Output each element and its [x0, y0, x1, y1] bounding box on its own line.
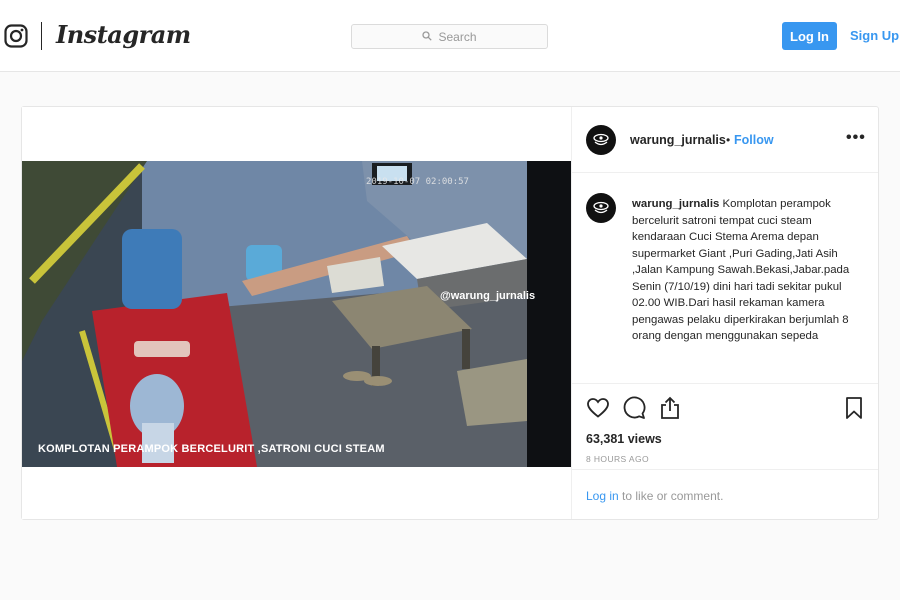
log-in-link[interactable]: Log in: [586, 489, 619, 503]
instagram-camera-icon[interactable]: [4, 24, 28, 48]
post-media-area: 2019-10-07 02:00:57 @warung_jurnalis KOM…: [22, 107, 572, 519]
bookmark-icon[interactable]: [842, 396, 866, 420]
video-frame-illustration: [22, 161, 571, 467]
login-prompt-text: Log in to like or comment.: [586, 489, 723, 503]
login-prompt-rest: to like or comment.: [618, 489, 724, 503]
avatar[interactable]: [586, 125, 616, 155]
video-watermark: @warung_jurnalis: [440, 290, 536, 302]
sign-up-link[interactable]: Sign Up: [850, 28, 899, 43]
heart-icon[interactable]: [586, 396, 610, 420]
comment-bubble-icon[interactable]: [622, 396, 646, 420]
share-icon[interactable]: [658, 396, 682, 420]
post-timestamp[interactable]: 8 HOURS AGO: [586, 454, 649, 464]
comment-avatar[interactable]: [586, 193, 616, 223]
log-in-button[interactable]: Log In: [782, 22, 837, 50]
video-caption-overlay: KOMPLOTAN PERAMPOK BERCELURIT ,SATRONI C…: [38, 443, 385, 455]
post-card: 2019-10-07 02:00:57 @warung_jurnalis KOM…: [21, 106, 879, 520]
follow-button[interactable]: Follow: [734, 133, 774, 147]
post-username[interactable]: warung_jurnalis: [630, 133, 726, 147]
view-count[interactable]: 63,381 views: [586, 432, 662, 446]
follow-separator: •: [726, 133, 731, 147]
search-icon: [422, 30, 433, 44]
instagram-wordmark[interactable]: Instagram: [56, 20, 191, 49]
login-prompt: Log in to like or comment.: [572, 469, 878, 519]
top-navigation-bar: Instagram Search Log In Sign Up: [0, 0, 900, 72]
post-actions: 63,381 views 8 HOURS AGO: [572, 383, 878, 473]
comment-text: Komplotan perampok bercelurit satroni te…: [632, 198, 850, 342]
post-video[interactable]: 2019-10-07 02:00:57 @warung_jurnalis KOM…: [22, 161, 571, 467]
search-input[interactable]: Search: [351, 24, 548, 49]
search-placeholder: Search: [438, 29, 477, 44]
post-header: warung_jurnalis • Follow •••: [572, 107, 878, 173]
more-options-icon[interactable]: •••: [846, 129, 866, 147]
video-timestamp-overlay: 2019-10-07 02:00:57: [366, 177, 469, 187]
caption-comment: warung_jurnalis Komplotan perampok berce…: [632, 196, 858, 345]
comment-username[interactable]: warung_jurnalis: [632, 198, 719, 210]
post-side-panel: warung_jurnalis • Follow ••• warung_jurn…: [572, 107, 878, 519]
logo-divider: [41, 22, 42, 50]
